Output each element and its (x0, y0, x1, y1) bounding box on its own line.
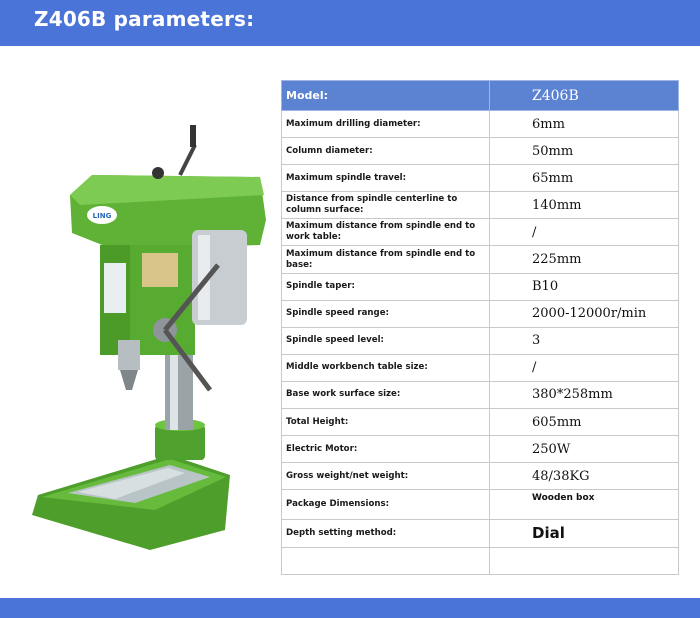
spec-value: 48/38KG (489, 462, 679, 491)
spec-table: Model: Z406B Maximum drilling diameter: 6… (281, 80, 679, 575)
spec-value: 605mm (489, 408, 679, 437)
spec-row: Depth setting method: Dial (281, 519, 679, 548)
spec-row: Spindle speed level: 3 (281, 326, 679, 355)
spec-label: Maximum distance from spindle end to bas… (281, 245, 490, 274)
spec-label: Base work surface size: (281, 380, 490, 410)
spec-value: 140mm (489, 191, 679, 220)
spec-value: Wooden box (489, 489, 679, 521)
spec-value: B10 (489, 272, 679, 301)
spec-row: Total Height: 605mm (281, 408, 679, 437)
spec-label: Spindle speed level: (281, 326, 490, 355)
spec-header-row: Model: Z406B (281, 80, 679, 111)
spec-label: Distance from spindle centerline to colu… (281, 191, 490, 220)
spec-row (281, 546, 679, 575)
spec-value: 65mm (489, 164, 679, 193)
spec-value: 3 (489, 326, 679, 355)
spec-label: Package Dimensions: (281, 489, 490, 521)
spec-row: Base work surface size: 380*258mm (281, 380, 679, 410)
spec-row: Gross weight/net weight: 48/38KG (281, 462, 679, 491)
spec-value (489, 546, 679, 575)
spec-row: Distance from spindle centerline to colu… (281, 191, 679, 220)
spec-value: 2000-12000r/min (489, 299, 679, 328)
spec-value: / (489, 353, 679, 382)
footer-banner (0, 598, 700, 618)
spec-label: Electric Motor: (281, 435, 490, 464)
spec-value: / (489, 218, 679, 247)
spec-label: Gross weight/net weight: (281, 462, 490, 491)
spec-row: Package Dimensions: Wooden box (281, 489, 679, 521)
spec-label: Maximum spindle travel: (281, 164, 490, 193)
spec-label: Middle workbench table size: (281, 353, 490, 382)
header-banner: Z406B parameters: (0, 0, 700, 46)
spec-label: Total Height: (281, 408, 490, 437)
spec-row: Maximum distance from spindle end to wor… (281, 218, 679, 247)
spec-row: Electric Motor: 250W (281, 435, 679, 464)
spec-value: 250W (489, 435, 679, 464)
spec-value: 225mm (489, 245, 679, 274)
drill-press-image: LING (32, 125, 266, 550)
spec-header-label: Model: (281, 80, 490, 111)
spec-label: Maximum distance from spindle end to wor… (281, 218, 490, 247)
spec-row: Spindle speed range: 2000-12000r/min (281, 299, 679, 328)
spec-value: 6mm (489, 109, 679, 139)
spec-value: 50mm (489, 137, 679, 166)
page-title: Z406B parameters: (34, 7, 255, 31)
brand-badge-label: LING (93, 212, 112, 220)
spec-value: 380*258mm (489, 380, 679, 410)
spec-label: Depth setting method: (281, 519, 490, 548)
spec-row: Maximum drilling diameter: 6mm (281, 109, 679, 139)
spec-label: Column diameter: (281, 137, 490, 166)
spec-label (281, 546, 490, 575)
spec-row: Maximum distance from spindle end to bas… (281, 245, 679, 274)
spec-row: Middle workbench table size: / (281, 353, 679, 382)
spec-label: Spindle speed range: (281, 299, 490, 328)
spec-label: Maximum drilling diameter: (281, 109, 490, 139)
spec-row: Maximum spindle travel: 65mm (281, 164, 679, 193)
spec-header-value: Z406B (489, 80, 679, 111)
spec-label: Spindle taper: (281, 272, 490, 301)
spec-row: Column diameter: 50mm (281, 137, 679, 166)
spec-value: Dial (489, 519, 679, 548)
spec-row: Spindle taper: B10 (281, 272, 679, 301)
